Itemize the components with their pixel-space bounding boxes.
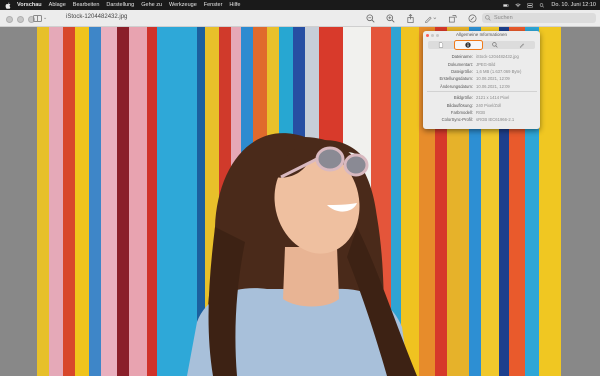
inspector-tabs — [428, 40, 535, 50]
close-button[interactable] — [6, 16, 13, 23]
detail-value: iStock-1204482432.jpg — [476, 54, 519, 60]
rotate-icon[interactable] — [448, 14, 457, 23]
detail-row-colorsync: ColorSync-Profil: sRGB IEC61966-2.1 — [427, 116, 537, 123]
detail-label: Dateiname: — [451, 54, 473, 60]
menu-item-hilfe[interactable]: Hilfe — [229, 2, 240, 8]
detail-label: Änderungsdatum: — [439, 83, 473, 89]
battery-icon[interactable] — [503, 3, 509, 8]
detail-value: JPEG-Bild — [476, 61, 496, 67]
detail-label: Erstellungsdatum: — [439, 76, 473, 82]
menu-item-fenster[interactable]: Fenster — [204, 2, 223, 8]
divider — [427, 91, 537, 93]
menu-clock[interactable]: Do. 10. Juni 12:10 — [551, 2, 596, 8]
detail-value: RGB — [476, 109, 486, 115]
menu-item-ablage[interactable]: Ablage — [49, 2, 66, 8]
window-controls — [6, 16, 35, 23]
pen-icon — [519, 43, 524, 48]
control-center-icon[interactable] — [527, 2, 534, 8]
menu-app-name[interactable]: Vorschau — [17, 2, 42, 8]
markup-toolbar-icon[interactable] — [468, 14, 477, 23]
search-field[interactable]: Suchen — [482, 13, 596, 23]
info-icon — [465, 42, 471, 48]
detail-value: 240 Pixel/Zoll — [476, 102, 502, 108]
tab-annotations[interactable] — [508, 41, 535, 49]
menu-item-gehe-zu[interactable]: Gehe zu — [141, 2, 162, 8]
magnify-icon — [492, 42, 498, 48]
tab-info[interactable] — [453, 40, 483, 50]
tab-magnify[interactable] — [482, 41, 509, 49]
document-icon — [439, 42, 444, 48]
toolbar-markup — [424, 13, 488, 24]
info-inspector: Allgemeine Informationen Dateiname: iStoc… — [423, 31, 540, 129]
menu-item-werkzeuge[interactable]: Werkzeuge — [169, 2, 197, 8]
detail-row-modified: Änderungsdatum: 10.06.2021, 12:09 — [427, 83, 537, 90]
menu-item-darstellung[interactable]: Darstellung — [106, 2, 134, 8]
wifi-icon[interactable] — [515, 3, 521, 8]
chevron-down-icon[interactable]: ⌄ — [43, 15, 47, 21]
tab-general[interactable] — [428, 41, 455, 49]
search-placeholder: Suchen — [494, 15, 513, 21]
detail-value: 10.06.2021, 12:09 — [476, 83, 510, 89]
detail-row-created: Erstellungsdatum: 10.06.2021, 12:09 — [427, 75, 537, 82]
detail-value: 10.06.2021, 12:09 — [476, 76, 510, 82]
apple-menu-icon[interactable] — [5, 1, 12, 9]
detail-label: Dateigröße: — [451, 68, 473, 74]
inspector-details: Dateiname: iStock-1204482432.jpg Dokument… — [427, 53, 537, 124]
markup-pen-icon[interactable] — [424, 14, 437, 23]
detail-row-resolution: Bildauflösung: 240 Pixel/Zoll — [427, 101, 537, 108]
detail-label: ColorSync-Profil: — [441, 117, 473, 123]
detail-row-kind: Dokumentart: JPEG-Bild — [427, 60, 537, 67]
inspector-close-button[interactable] — [426, 33, 429, 37]
detail-label: Bildauflösung: — [446, 102, 473, 108]
detail-value: 1,6 MB (1.637.069 Byte) — [476, 68, 522, 74]
inspector-window-controls — [426, 33, 439, 37]
document-title: iStock-1204482432.jpg — [66, 14, 128, 20]
detail-row-dimensions: Bildgröße: 2121 x 1414 Pixel — [427, 94, 537, 101]
detail-row-filename: Dateiname: iStock-1204482432.jpg — [427, 53, 537, 60]
detail-value: sRGB IEC61966-2.1 — [476, 117, 515, 123]
inspector-zoom-button[interactable] — [436, 33, 439, 37]
detail-label: Bildgröße: — [453, 95, 473, 101]
detail-label: Farbmodell: — [450, 109, 473, 115]
window-toolbar: ⌄ iStock-1204482432.jpg Suchen — [0, 10, 600, 27]
detail-value: 2121 x 1414 Pixel — [476, 95, 510, 101]
minimize-button[interactable] — [17, 16, 24, 23]
toolbar-actions — [366, 13, 426, 24]
sidebar-toggle-icon[interactable] — [33, 15, 42, 22]
inspector-minimize-button[interactable] — [431, 33, 434, 37]
spotlight-icon[interactable] — [539, 2, 545, 8]
inspector-title: Allgemeine Informationen — [455, 32, 508, 37]
search-icon — [485, 15, 491, 21]
menu-item-bearbeiten[interactable]: Bearbeiten — [73, 2, 100, 8]
zoom-out-icon[interactable] — [366, 14, 375, 23]
share-icon[interactable] — [406, 14, 415, 23]
menu-bar: Vorschau Ablage Bearbeiten Darstellung G… — [0, 0, 600, 10]
detail-row-size: Dateigröße: 1,6 MB (1.637.069 Byte) — [427, 68, 537, 75]
zoom-in-icon[interactable] — [386, 14, 395, 23]
detail-label: Dokumentart: — [447, 61, 473, 67]
detail-row-color-model: Farbmodell: RGB — [427, 109, 537, 116]
